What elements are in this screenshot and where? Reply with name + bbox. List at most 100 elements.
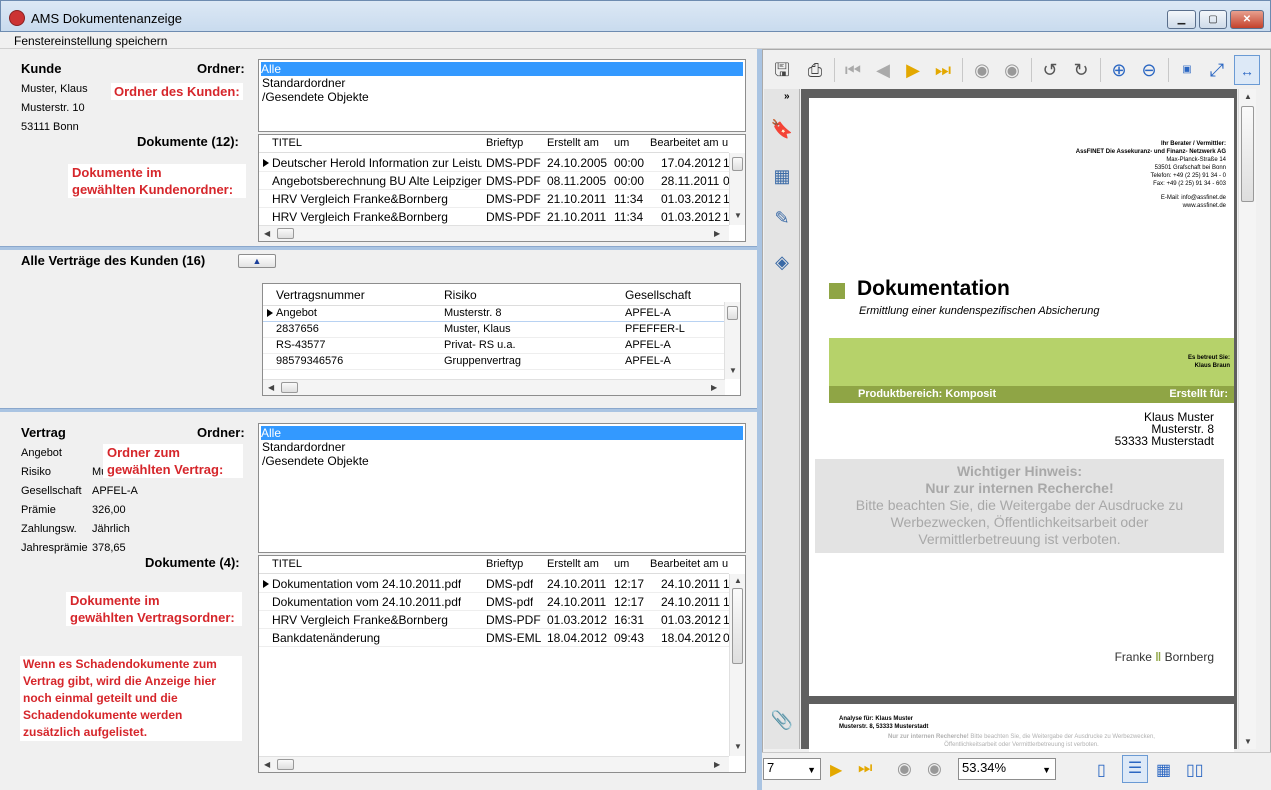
scroll-thumb[interactable] — [732, 157, 743, 171]
col-header[interactable]: TITEL — [272, 137, 302, 149]
folder-item[interactable]: /Gesendete Objekte — [262, 90, 369, 104]
two-page-icon[interactable]: ▯▯ — [1186, 760, 1204, 780]
scroll-down-icon[interactable]: ▼ — [729, 366, 737, 375]
actual-size-icon[interactable]: ▣ — [1172, 55, 1202, 85]
contract-docs-grid[interactable]: TITEL Brieftyp Erstellt am um Bearbeitet… — [258, 555, 746, 773]
thumbnails-icon[interactable]: ▦ — [770, 166, 794, 190]
scroll-right-icon[interactable]: ▶ — [711, 383, 717, 392]
scroll-up-icon[interactable]: ▲ — [734, 576, 742, 585]
col-header[interactable]: u — [722, 558, 728, 570]
col-header[interactable]: Erstellt am — [547, 558, 599, 570]
scroll-down-icon[interactable]: ▼ — [734, 742, 742, 751]
scroll-down-icon[interactable]: ▼ — [1244, 737, 1252, 746]
col-header[interactable]: u — [722, 137, 728, 149]
table-row[interactable]: 98579346576 Gruppenvertrag APFEL-A — [263, 354, 733, 370]
scroll-left-icon[interactable]: ◀ — [264, 229, 270, 238]
last-page-icon[interactable]: ⏭ — [858, 760, 872, 778]
scroll-thumb[interactable] — [281, 382, 298, 393]
page-number-select[interactable]: 7 ▼ — [763, 758, 821, 780]
scroll-thumb[interactable] — [277, 759, 294, 770]
layers-icon[interactable]: ◈ — [770, 252, 794, 276]
vertical-scrollbar[interactable]: ▼ — [729, 153, 745, 225]
back-icon[interactable]: ◉ — [967, 55, 997, 85]
col-header[interactable]: um — [614, 558, 629, 570]
save-icon[interactable]: 🖫 — [767, 55, 797, 85]
folder-item[interactable]: Alle — [261, 426, 743, 440]
first-page-icon[interactable]: ⏮ — [838, 55, 868, 85]
splitter[interactable] — [0, 408, 757, 412]
previous-page-icon[interactable]: ◀ — [868, 55, 898, 85]
maximize-button[interactable]: ▢ — [1199, 10, 1227, 29]
scroll-left-icon[interactable]: ◀ — [264, 760, 270, 769]
table-row[interactable]: Angebot Musterstr. 8 APFEL-A — [263, 306, 733, 322]
attachments-icon[interactable]: 📎 — [770, 710, 794, 734]
col-header[interactable]: Brieftyp — [486, 137, 523, 149]
facing-pages-icon[interactable]: ▦ — [1156, 760, 1171, 780]
single-page-icon[interactable]: ▯ — [1097, 760, 1106, 780]
col-header[interactable]: um — [614, 137, 629, 149]
folder-item[interactable]: /Gesendete Objekte — [262, 454, 369, 468]
scroll-thumb[interactable] — [1241, 106, 1254, 202]
table-row[interactable]: Bankdatenänderung DMS-EML 18.04.2012 09:43 1… — [259, 629, 730, 647]
customer-folder-list[interactable]: Alle Standardordner /Gesendete Objekte — [258, 59, 746, 132]
fit-page-icon[interactable]: ⤢ — [1202, 55, 1232, 85]
collapse-button[interactable]: ▲ — [238, 254, 276, 268]
continuous-page-icon[interactable]: ☰ — [1122, 755, 1148, 783]
scroll-thumb[interactable] — [727, 306, 738, 320]
splitter[interactable] — [0, 246, 757, 250]
scroll-up-icon[interactable]: ▲ — [1244, 92, 1252, 101]
rotate-left-icon[interactable]: ↺ — [1035, 55, 1065, 85]
col-header[interactable]: Bearbeitet am — [650, 558, 718, 570]
print-icon[interactable]: ⎙ — [800, 55, 830, 85]
minimize-button[interactable]: ▁ — [1167, 10, 1196, 29]
col-header[interactable]: Bearbeitet am — [650, 137, 718, 149]
viewer-scrollbar[interactable]: ▲ ▼ — [1238, 89, 1256, 749]
scroll-right-icon[interactable]: ▶ — [714, 229, 720, 238]
col-header[interactable]: Risiko — [444, 288, 477, 302]
expand-sidebar-icon[interactable]: » — [784, 91, 790, 102]
close-button[interactable]: ✕ — [1230, 10, 1264, 29]
vertical-scrollbar[interactable]: ▲ ▼ — [729, 574, 745, 756]
horizontal-scrollbar[interactable]: ◀ ▶ — [259, 225, 729, 241]
fit-width-icon[interactable]: ↔ — [1234, 55, 1260, 85]
table-row[interactable]: RS-43577 Privat- RS u.a. APFEL-A — [263, 338, 733, 354]
scroll-left-icon[interactable]: ◀ — [268, 383, 274, 392]
rotate-right-icon[interactable]: ↻ — [1066, 55, 1096, 85]
col-header[interactable]: Erstellt am — [547, 137, 599, 149]
last-page-icon[interactable]: ⏭ — [928, 55, 958, 85]
col-header[interactable]: TITEL — [272, 558, 302, 570]
contracts-grid[interactable]: Vertragsnummer Risiko Gesellschaft Angeb… — [262, 283, 741, 396]
table-row[interactable]: 2837656 Muster, Klaus PFEFFER-L — [263, 322, 733, 338]
folder-item[interactable]: Standardordner — [262, 76, 345, 90]
scroll-thumb[interactable] — [732, 588, 743, 664]
forward-icon[interactable]: ◉ — [927, 759, 942, 779]
col-header[interactable]: Brieftyp — [486, 558, 523, 570]
scroll-down-icon[interactable]: ▼ — [734, 211, 742, 220]
table-row[interactable]: HRV Vergleich Franke&Bornberg DMS-PDF 21.1… — [259, 208, 730, 226]
zoom-out-icon[interactable]: ⊖ — [1134, 55, 1164, 85]
folder-item[interactable]: Alle — [261, 62, 743, 76]
next-page-icon[interactable]: ▶ — [830, 760, 842, 780]
table-row[interactable]: HRV Vergleich Franke&Bornberg DMS-PDF 01.0… — [259, 611, 730, 629]
table-row[interactable]: HRV Vergleich Franke&Bornberg DMS-PDF 21.1… — [259, 190, 730, 208]
zoom-in-icon[interactable]: ⊕ — [1104, 55, 1134, 85]
table-row[interactable]: Dokumentation vom 24.10.2011.pdf DMS-pdf 2… — [259, 593, 730, 611]
table-row[interactable]: Angebotsberechnung BU Alte Leipziger für… — [259, 172, 730, 190]
forward-icon[interactable]: ◉ — [997, 55, 1027, 85]
menu-save-layout[interactable]: Fenstereinstellung speichern — [14, 34, 167, 48]
bookmarks-icon[interactable]: 🔖 — [770, 119, 794, 143]
zoom-select[interactable]: 53.34% ▼ — [958, 758, 1056, 780]
folder-item[interactable]: Standardordner — [262, 440, 345, 454]
table-row[interactable]: Deutscher Herold Information zur Leistun… — [259, 154, 730, 172]
contract-folder-list[interactable]: Alle Standardordner /Gesendete Objekte — [258, 423, 746, 553]
back-icon[interactable]: ◉ — [897, 759, 912, 779]
annotations-icon[interactable]: ✎ — [770, 208, 794, 232]
scroll-right-icon[interactable]: ▶ — [714, 760, 720, 769]
customer-docs-grid[interactable]: TITEL Brieftyp Erstellt am um Bearbeitet… — [258, 134, 746, 242]
col-header[interactable]: Vertragsnummer — [276, 288, 365, 302]
next-page-icon[interactable]: ▶ — [898, 55, 928, 85]
scroll-thumb[interactable] — [277, 228, 294, 239]
table-row[interactable]: Dokumentation vom 24.10.2011.pdf DMS-pdf 2… — [259, 575, 730, 593]
horizontal-scrollbar[interactable]: ◀ ▶ — [259, 756, 729, 772]
horizontal-scrollbar[interactable]: ◀ ▶ — [263, 379, 725, 395]
